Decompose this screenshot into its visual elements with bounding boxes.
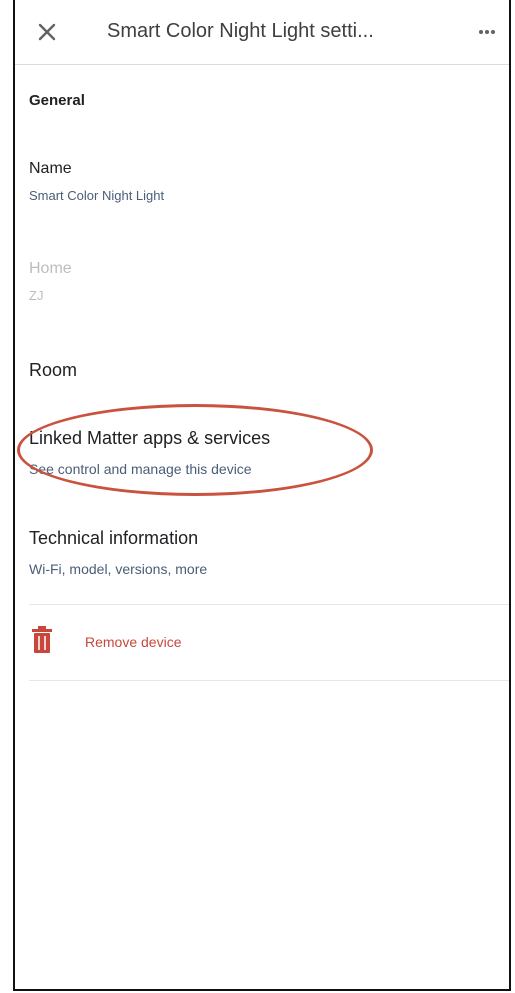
more-horizontal-icon[interactable] xyxy=(473,18,501,46)
divider xyxy=(29,604,509,605)
setting-home-label: Home xyxy=(29,260,72,277)
close-icon[interactable] xyxy=(33,18,61,46)
setting-room-label: Room xyxy=(29,360,78,380)
divider xyxy=(29,680,509,681)
setting-home: Home ZJ xyxy=(29,260,499,303)
setting-technical-info[interactable]: Technical information Wi-Fi, model, vers… xyxy=(29,528,499,577)
section-title-general: General xyxy=(29,92,85,109)
setting-linked-matter[interactable]: Linked Matter apps & services See contro… xyxy=(29,428,499,477)
setting-room[interactable]: Room xyxy=(29,360,499,381)
setting-linked-matter-label: Linked Matter apps & services xyxy=(29,428,271,448)
setting-name-value: Smart Color Night Light xyxy=(29,188,165,203)
remove-device-label: Remove device xyxy=(85,634,182,650)
setting-technical-info-sub: Wi-Fi, model, versions, more xyxy=(29,561,208,577)
setting-name[interactable]: Name Smart Color Night Light xyxy=(29,160,499,203)
setting-linked-matter-sub: See control and manage this device xyxy=(29,461,252,477)
page-title: Smart Color Night Light setti... xyxy=(107,20,374,42)
top-bar: Smart Color Night Light setti... xyxy=(15,0,509,65)
setting-name-label: Name xyxy=(29,160,72,177)
setting-home-value: ZJ xyxy=(29,288,44,303)
remove-device-button[interactable]: Remove device xyxy=(29,622,499,662)
app-frame: Smart Color Night Light setti... General… xyxy=(13,0,511,991)
setting-technical-info-label: Technical information xyxy=(29,528,199,548)
trash-icon xyxy=(31,626,53,654)
